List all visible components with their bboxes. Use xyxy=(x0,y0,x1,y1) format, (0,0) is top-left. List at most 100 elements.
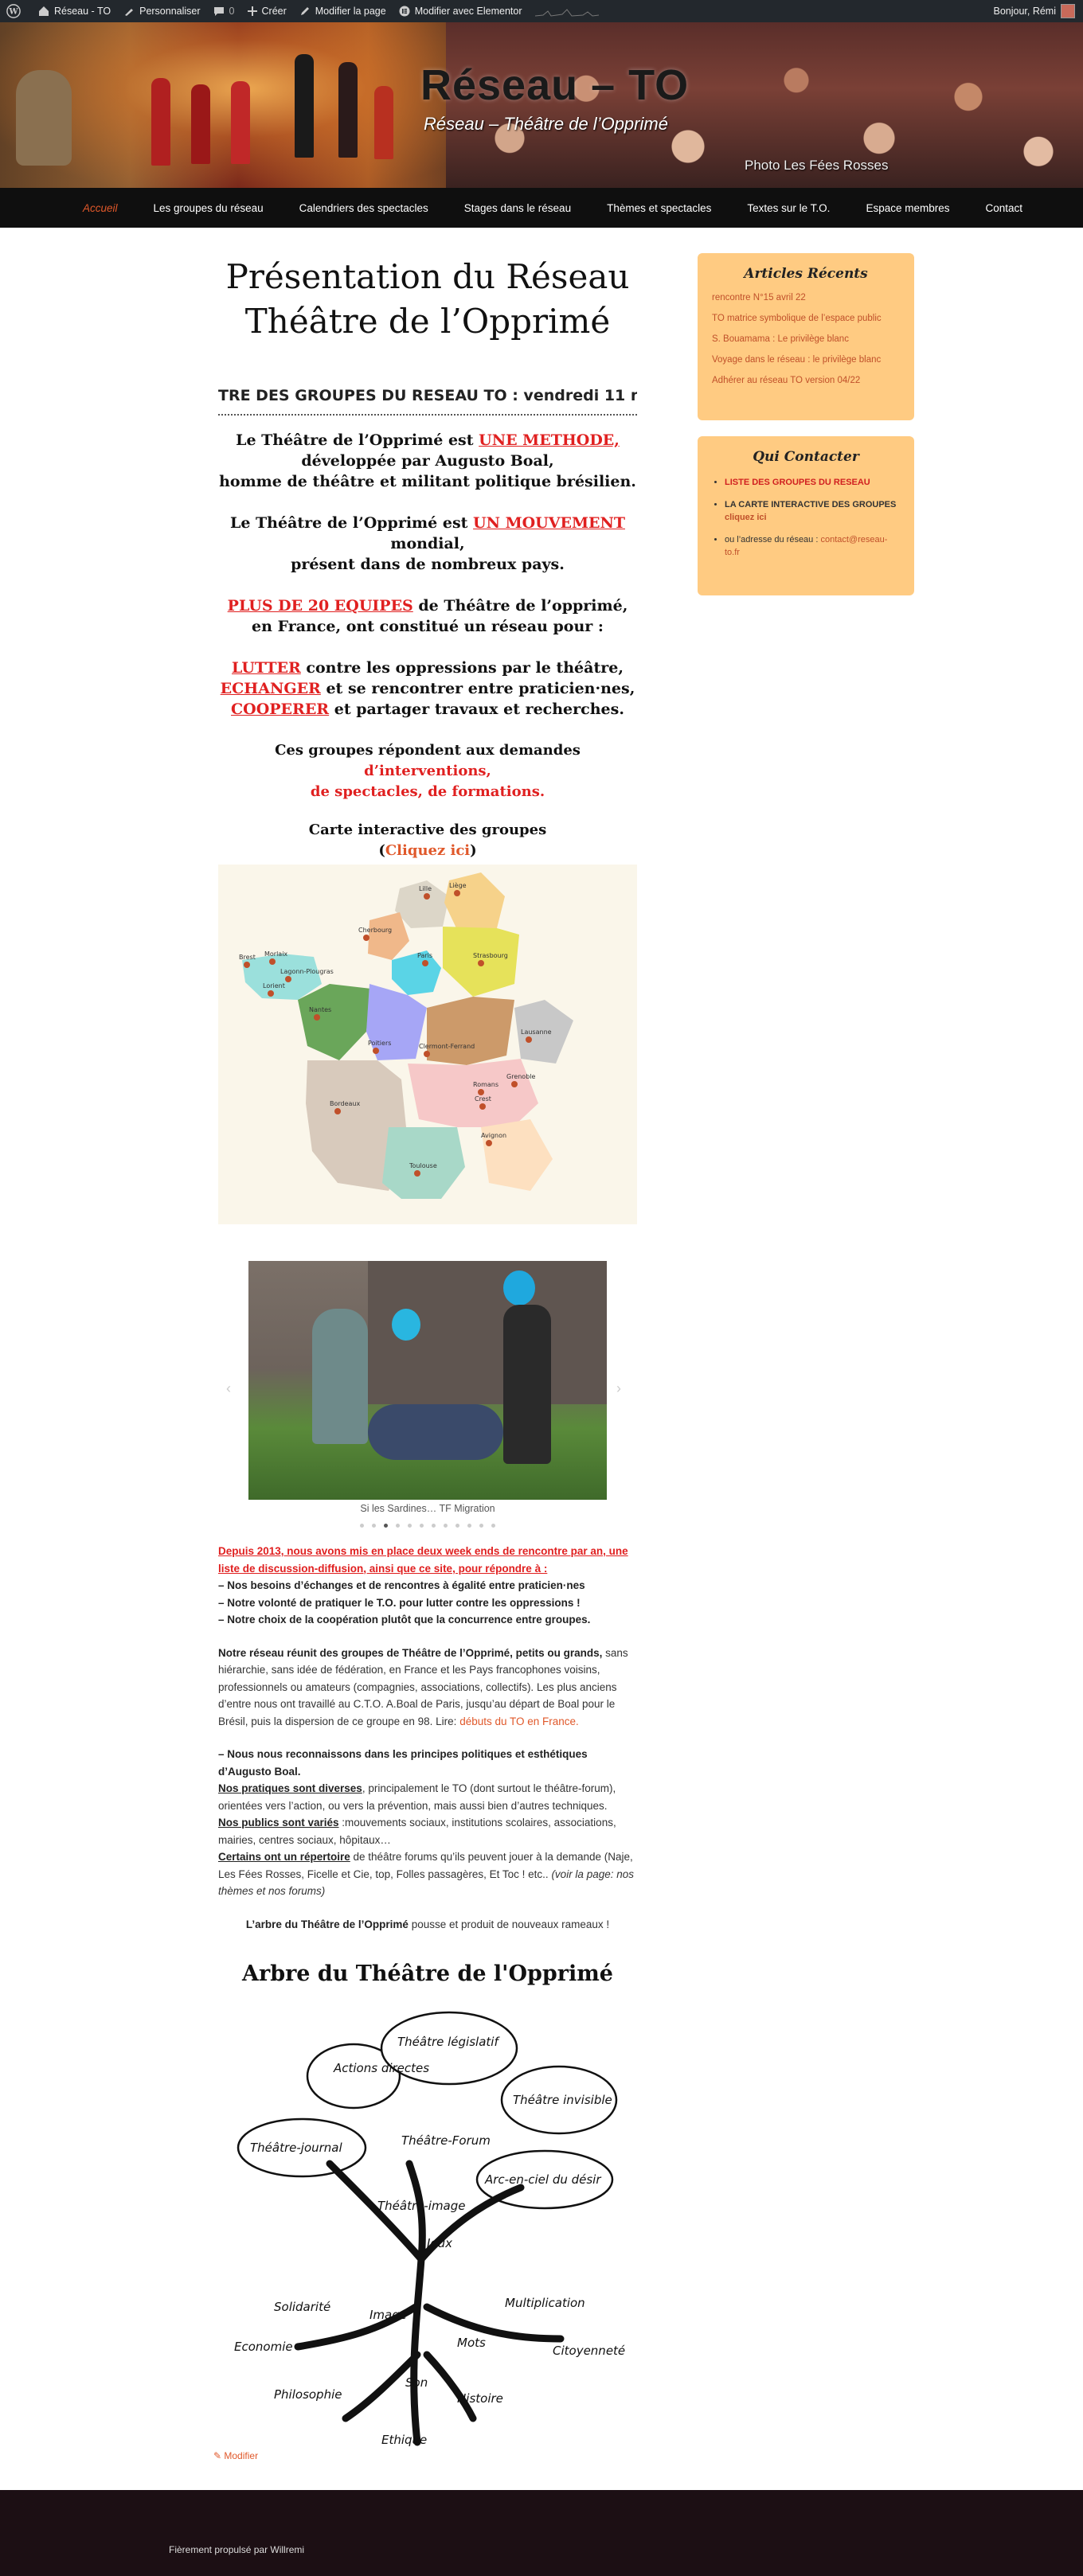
carousel-dots[interactable] xyxy=(218,1517,637,1532)
map-city-marker[interactable] xyxy=(285,976,291,982)
contact-list: LISTE DES GROUPES DU RESEAU LA CARTE INT… xyxy=(712,476,900,559)
image-carousel[interactable]: ‹ › Si les Sardines… TF Migration xyxy=(218,1261,637,1528)
admin-site-link[interactable]: Réseau - TO xyxy=(32,0,117,22)
carousel-dot[interactable] xyxy=(432,1524,436,1528)
map-link[interactable]: Cliquez ici xyxy=(385,842,470,859)
map-city-marker[interactable] xyxy=(363,935,369,941)
carousel-dot[interactable] xyxy=(384,1524,388,1528)
echanger-link[interactable]: ECHANGER xyxy=(221,680,321,697)
carousel-dot[interactable] xyxy=(420,1524,424,1528)
map-city-marker[interactable] xyxy=(414,1170,420,1177)
edit-page-link-footer[interactable]: ✎ Modifier xyxy=(213,2450,258,2461)
carte-link[interactable]: cliquez ici xyxy=(725,513,767,522)
tree-label: Théâtre invisible xyxy=(513,2093,612,2107)
france-groups-map[interactable]: Lille Liège Cherbourg Paris Strasbourg Brest M… xyxy=(218,865,637,1224)
comments-link[interactable]: 0 xyxy=(207,0,241,22)
rencontres-link[interactable]: Depuis 2013, nous avons mis en place deu… xyxy=(218,1543,637,1577)
map-city-marker[interactable] xyxy=(422,960,428,966)
map-city-marker[interactable] xyxy=(268,990,274,997)
map-city-marker[interactable] xyxy=(424,893,430,900)
nav-item-accueil[interactable]: Accueil xyxy=(83,202,118,214)
recent-post-link[interactable]: TO matrice symbolique de l’espace public xyxy=(712,314,900,323)
performer-hood xyxy=(392,1309,420,1341)
map-city-marker[interactable] xyxy=(314,1014,320,1021)
nav-item-textes[interactable]: Textes sur le T.O. xyxy=(747,202,830,214)
nav-item-themes[interactable]: Thèmes et spectacles xyxy=(607,202,711,214)
groupes-list-link[interactable]: LISTE DES GROUPES DU RESEAU xyxy=(725,478,870,487)
map-city-marker[interactable] xyxy=(526,1036,532,1043)
map-city-marker[interactable] xyxy=(269,958,276,965)
prop-sack xyxy=(16,70,72,166)
actor-figure xyxy=(295,54,314,158)
tree-label: Jeux xyxy=(424,2236,452,2250)
avatar xyxy=(1061,4,1075,18)
carousel-dot[interactable] xyxy=(479,1524,483,1528)
nav-item-contact[interactable]: Contact xyxy=(985,202,1022,214)
email-label: ou l’adresse du réseau : xyxy=(725,535,821,544)
map-city-label: Cherbourg xyxy=(358,927,392,934)
carousel-dot[interactable] xyxy=(408,1524,412,1528)
account-menu[interactable]: Bonjour, Rémi xyxy=(993,4,1083,18)
tree-label: Ethique xyxy=(381,2433,427,2447)
carousel-dot[interactable] xyxy=(467,1524,471,1528)
map-city-marker[interactable] xyxy=(454,890,460,896)
nav-item-stages[interactable]: Stages dans le réseau xyxy=(464,202,571,214)
site-title[interactable]: Réseau – TO xyxy=(420,60,689,110)
comment-icon xyxy=(213,7,224,16)
equipes-link[interactable]: PLUS DE 20 EQUIPES xyxy=(228,597,413,615)
methode-link[interactable]: UNE METHODE, xyxy=(479,431,620,449)
carousel-prev-icon[interactable]: ‹ xyxy=(226,1380,231,1397)
map-city-marker[interactable] xyxy=(486,1140,492,1146)
wordpress-logo-icon[interactable]: W xyxy=(0,0,32,22)
map-city-marker[interactable] xyxy=(511,1081,518,1087)
map-city-marker[interactable] xyxy=(334,1108,341,1114)
intro-equipes: PLUS DE 20 EQUIPES de Théâtre de l’oppri… xyxy=(218,595,637,637)
recent-post-link[interactable]: rencontre N°15 avril 22 xyxy=(712,293,900,302)
nav-item-groupes[interactable]: Les groupes du réseau xyxy=(154,202,264,214)
pratiques-lead: Nos pratiques sont diverses xyxy=(218,1782,362,1794)
debuts-to-link[interactable]: débuts du TO en France. xyxy=(459,1715,579,1727)
nav-item-espace-membres[interactable]: Espace membres xyxy=(866,202,949,214)
map-city-marker[interactable] xyxy=(478,1089,484,1095)
intro-text: Le Théâtre de l’Opprimé est xyxy=(236,431,479,449)
map-city-marker[interactable] xyxy=(479,1103,486,1110)
actor-figure xyxy=(338,62,358,158)
recent-post-link[interactable]: Adhérer au réseau TO version 04/22 xyxy=(712,376,900,385)
elementor-link[interactable]: Modifier avec Elementor xyxy=(393,0,529,22)
recent-post-link[interactable]: S. Bouamama : Le privilège blanc xyxy=(712,334,900,344)
mouvement-link[interactable]: UN MOUVEMENT xyxy=(473,514,625,532)
edit-page-link[interactable]: Modifier la page xyxy=(293,0,393,22)
carousel-dot[interactable] xyxy=(491,1524,495,1528)
intro-text: contre les oppressions par le théâtre, xyxy=(300,659,624,677)
lutter-link[interactable]: LUTTER xyxy=(232,659,301,677)
customize-link[interactable]: Personnaliser xyxy=(117,0,206,22)
carousel-dot[interactable] xyxy=(455,1524,459,1528)
map-city-label: Liège xyxy=(449,881,467,889)
map-city-marker[interactable] xyxy=(373,1048,379,1054)
carousel-next-icon[interactable]: › xyxy=(616,1380,621,1397)
tree-label: Son xyxy=(405,2375,428,2390)
carousel-dot[interactable] xyxy=(372,1524,376,1528)
map-city-label: Morlaix xyxy=(264,950,287,958)
carousel-dot[interactable] xyxy=(396,1524,400,1528)
body-text: Depuis 2013, nous avons mis en place deu… xyxy=(218,1543,637,1933)
footer-credit[interactable]: Fièrement propulsé par Willremi xyxy=(169,2544,304,2555)
site-footer: Fièrement propulsé par Willremi xyxy=(0,2490,1083,2576)
admin-sparkline xyxy=(529,0,610,22)
nav-item-calendriers[interactable]: Calendriers des spectacles xyxy=(299,202,428,214)
tree-label: Théâtre-image xyxy=(377,2199,466,2213)
page-title: Présentation du Réseau Théâtre de l’Oppr… xyxy=(225,257,630,341)
map-city-label: Bordeaux xyxy=(330,1100,361,1107)
performers-pile xyxy=(368,1404,503,1460)
tree-label: Théâtre-journal xyxy=(250,2141,342,2155)
map-city-marker[interactable] xyxy=(478,960,484,966)
map-city-marker[interactable] xyxy=(244,962,250,968)
account-greeting: Bonjour, Rémi xyxy=(993,6,1056,17)
carousel-dot[interactable] xyxy=(444,1524,448,1528)
new-content-link[interactable]: Créer xyxy=(241,0,293,22)
map-city-marker[interactable] xyxy=(424,1051,430,1057)
cooperer-link[interactable]: COOPERER xyxy=(231,701,329,718)
news-ticker[interactable]: TRE DES GROUPES DU RESEAU TO : vendredi … xyxy=(218,387,637,406)
recent-post-link[interactable]: Voyage dans le réseau : le privilège bla… xyxy=(712,355,900,365)
carousel-dot[interactable] xyxy=(360,1524,364,1528)
